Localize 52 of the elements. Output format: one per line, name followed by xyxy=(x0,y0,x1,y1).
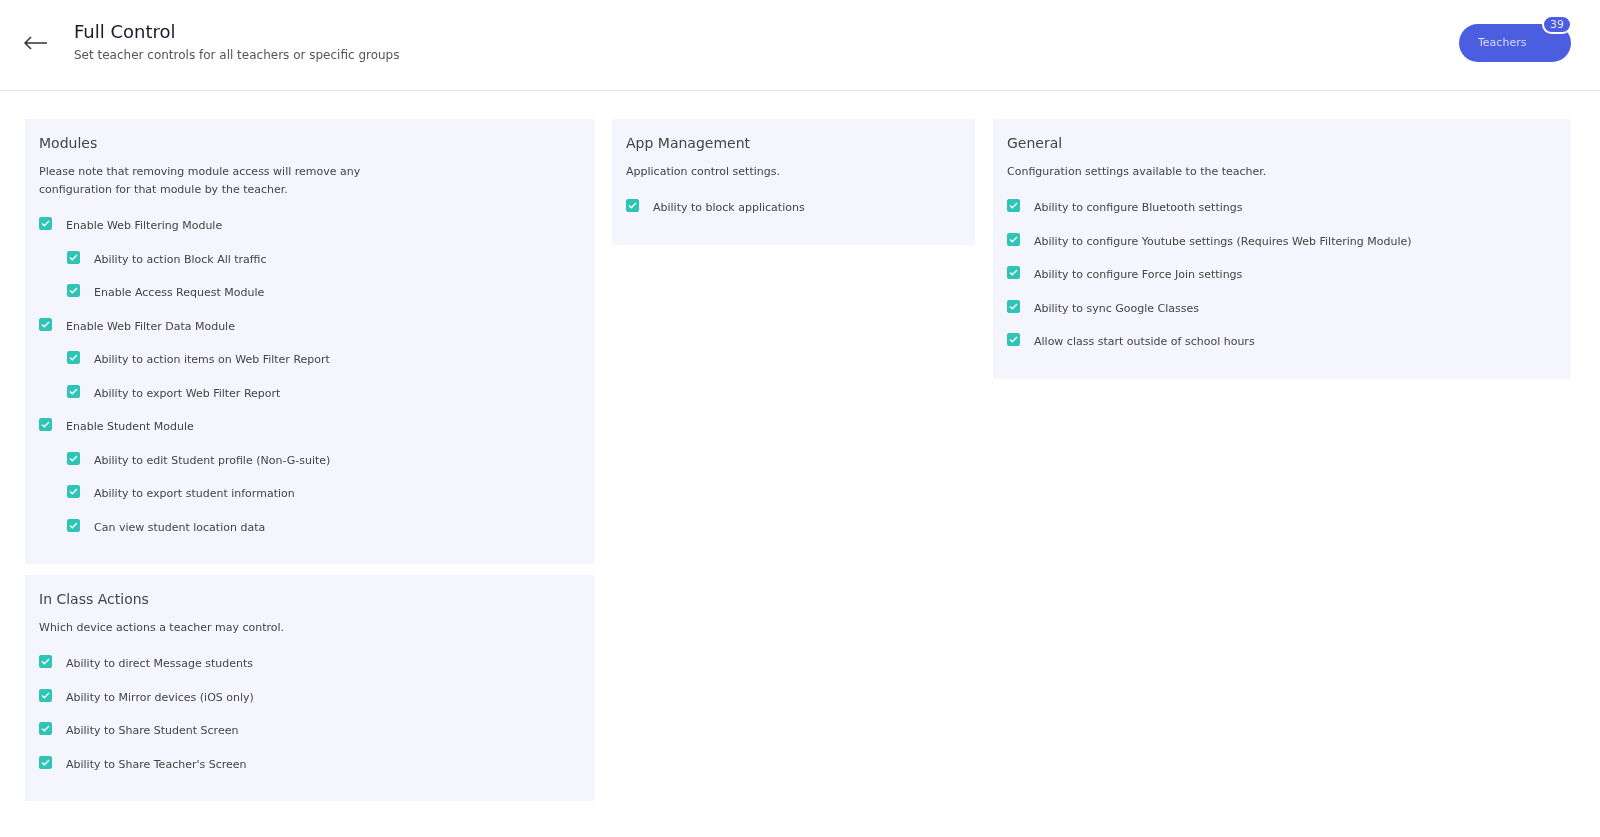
checkbox[interactable] xyxy=(67,451,80,465)
checkbox-label: Ability to export Web Filter Report xyxy=(94,386,281,400)
checkbox[interactable] xyxy=(67,518,80,532)
checkbox[interactable] xyxy=(67,351,80,365)
checkbox[interactable] xyxy=(1007,199,1020,213)
checkbox-label: Ability to Share Teacher's Screen xyxy=(66,757,247,771)
checkbox[interactable] xyxy=(67,485,80,499)
checkbox-label: Ability to configure Bluetooth settings xyxy=(1034,201,1243,215)
checkbox-label: Can view student location data xyxy=(94,520,266,534)
back-arrow-icon[interactable] xyxy=(24,36,48,50)
checkbox-label: Allow class start outside of school hours xyxy=(1034,335,1255,349)
card-description: Configuration settings available to the teacher. xyxy=(1007,164,1268,180)
checkbox[interactable] xyxy=(39,655,52,669)
checkbox-label: Ability to direct Message students xyxy=(66,657,253,671)
checkbox[interactable] xyxy=(39,688,52,702)
checkbox[interactable] xyxy=(1007,266,1020,280)
checkbox-label: Ability to sync Google Classes xyxy=(1034,301,1200,315)
checkbox[interactable] xyxy=(67,250,80,264)
checkbox[interactable] xyxy=(39,418,52,432)
checkbox-label: Enable Web Filtering Module xyxy=(66,219,223,233)
checkbox[interactable] xyxy=(39,317,52,331)
card-description: Application control settings. xyxy=(626,164,781,180)
checkbox-label: Enable Web Filter Data Module xyxy=(66,319,235,333)
card-title: In Class Actions xyxy=(39,591,150,607)
page-title: Full Control xyxy=(74,20,177,42)
checkbox-label: Ability to action items on Web Filter Report xyxy=(94,353,330,367)
checkbox-label: Ability to Share Student Screen xyxy=(66,724,239,738)
card-description: Please note that removing module access will remove any configuration for that module by the teacher. xyxy=(39,164,362,198)
checkbox[interactable] xyxy=(39,217,52,231)
checkbox-label: Ability to edit Student profile (Non-G-suite) xyxy=(94,453,331,467)
checkbox[interactable] xyxy=(1007,333,1020,347)
checkbox-label: Ability to configure Youtube settings (Requires Web Filtering Module) xyxy=(1034,234,1412,248)
checkbox[interactable] xyxy=(1007,232,1020,246)
checkbox[interactable] xyxy=(1007,299,1020,313)
checkbox-label: Enable Student Module xyxy=(66,420,194,434)
card-title: App Management xyxy=(626,135,752,151)
count-badge: 39 xyxy=(1542,14,1572,34)
checkbox-label: Ability to action Block All traffic xyxy=(94,252,267,266)
page-subtitle: Set teacher controls for all teachers or specific groups xyxy=(74,47,401,62)
checkbox[interactable] xyxy=(67,284,80,298)
checkbox-label: Ability to Mirror devices (iOS only) xyxy=(66,690,254,704)
checkbox[interactable] xyxy=(39,722,52,736)
checkbox-label: Ability to export student information xyxy=(94,487,295,501)
checkbox-label: Ability to configure Force Join settings xyxy=(1034,268,1243,282)
checkbox[interactable] xyxy=(626,199,639,213)
checkbox-label: Ability to block applications xyxy=(653,201,805,215)
card-title: General xyxy=(1007,135,1064,151)
checkbox[interactable] xyxy=(67,384,80,398)
checkbox[interactable] xyxy=(39,755,52,769)
card-title: Modules xyxy=(39,135,99,151)
card-description: Which device actions a teacher may control. xyxy=(39,620,286,636)
checkbox-label: Enable Access Request Module xyxy=(94,286,265,300)
